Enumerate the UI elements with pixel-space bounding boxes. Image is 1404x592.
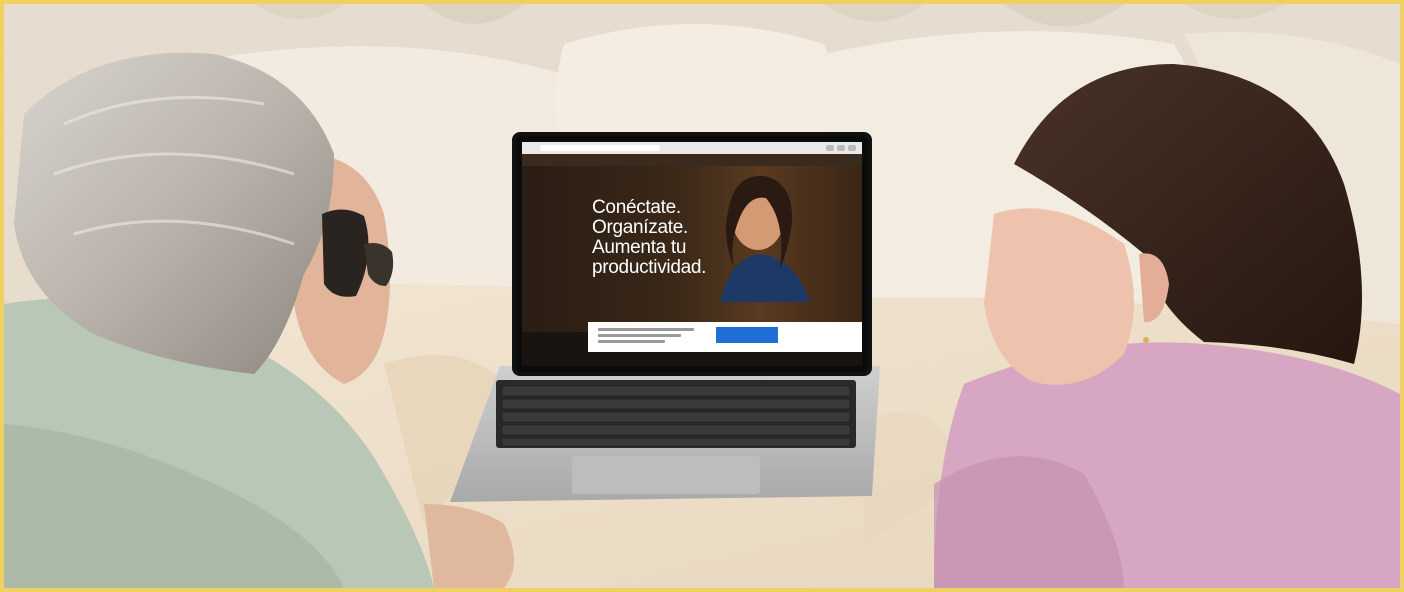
photo-frame: Conéctate. Organízate. Aumenta tu produc… [0,0,1404,592]
photo-scene: Conéctate. Organízate. Aumenta tu produc… [4,4,1400,588]
headline-line: productividad. [592,257,707,278]
cookie-banner-text [598,328,694,346]
laptop-base [450,366,880,502]
headline-line: Aumenta tu [592,237,687,258]
website-screenshot: Conéctate. Organízate. Aumenta tu produc… [522,142,862,366]
hero-banner: Conéctate. Organízate. Aumenta tu produc… [522,166,862,332]
site-navigation-bar [522,154,862,166]
browser-address-bar [540,145,660,151]
browser-toolbar-icons [826,145,856,151]
laptop-screen: Conéctate. Organízate. Aumenta tu produc… [516,136,868,372]
headline-line: Conéctate. [592,197,681,218]
cookie-banner [588,322,862,352]
headline-line: Organízate. [592,217,688,238]
cookie-accept-button [716,327,778,343]
earring-icon [1143,337,1149,343]
hero-headline: Conéctate. Organízate. Aumenta tu produc… [592,198,742,278]
